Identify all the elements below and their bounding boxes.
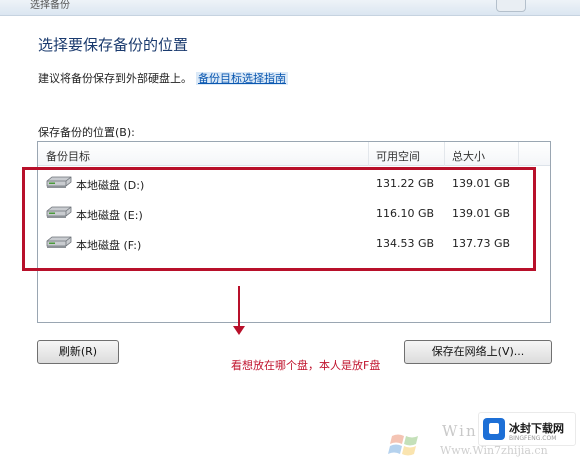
save-on-network-button[interactable]: 保存在网络上(V)... <box>404 340 552 364</box>
refresh-button[interactable]: 刷新(R) <box>37 340 119 364</box>
site-logo-icon <box>483 418 505 440</box>
backup-guide-link[interactable]: 备份目标选择指南 <box>196 72 288 85</box>
column-divider[interactable] <box>518 142 519 166</box>
site-badge-sub: BINGFENG.COM <box>509 435 557 442</box>
window-close-button[interactable] <box>496 0 526 12</box>
page-title: 选择要保存备份的位置 <box>38 36 189 54</box>
advice-text: 建议将备份保存到外部硬盘上。 <box>38 72 192 85</box>
backup-location-label: 保存备份的位置(B): <box>38 126 135 139</box>
site-badge-name: 冰封下载网 <box>509 422 564 435</box>
list-header: 备份目标 可用空间 总大小 <box>38 142 550 166</box>
hard-drive-icon <box>46 206 72 218</box>
drive-name: 本地磁盘 (D:) <box>76 179 145 192</box>
list-item-drive-f[interactable]: 本地磁盘 (F:) 134.53 GB 137.73 GB <box>38 230 550 258</box>
drive-total-size: 139.01 GB <box>452 177 511 190</box>
windows-logo-watermark <box>388 434 418 456</box>
list-item-drive-d[interactable]: 本地磁盘 (D:) 131.22 GB 139.01 GB <box>38 170 550 198</box>
annotation-note: 看想放在哪个盘，本人是放F盘 <box>231 359 381 372</box>
column-divider[interactable] <box>444 142 445 166</box>
backup-target-list[interactable]: 备份目标 可用空间 总大小 本地磁盘 (D:) 131.22 GB 139.01… <box>37 141 551 323</box>
drive-total-size: 137.73 GB <box>452 237 511 250</box>
site-badge: 冰封下载网 BINGFENG.COM <box>478 412 576 446</box>
window-title-fragment: 选择备份 <box>30 0 70 11</box>
annotation-arrow-head <box>233 326 245 335</box>
column-header-total-size[interactable]: 总大小 <box>452 148 485 164</box>
annotation-arrow <box>238 286 240 330</box>
window-title-strip: 选择备份 <box>0 0 580 16</box>
drive-total-size: 139.01 GB <box>452 207 511 220</box>
drive-name: 本地磁盘 (F:) <box>76 239 142 252</box>
hard-drive-icon <box>46 176 72 188</box>
drive-free-space: 116.10 GB <box>376 207 435 220</box>
drive-free-space: 134.53 GB <box>376 237 435 250</box>
drive-name: 本地磁盘 (E:) <box>76 209 143 222</box>
column-header-free-space[interactable]: 可用空间 <box>376 148 420 164</box>
column-divider[interactable] <box>368 142 369 166</box>
drive-free-space: 131.22 GB <box>376 177 435 190</box>
column-header-target[interactable]: 备份目标 <box>46 148 90 164</box>
hard-drive-icon <box>46 236 72 248</box>
advice-line: 建议将备份保存到外部硬盘上。 备份目标选择指南 <box>38 70 288 86</box>
list-item-drive-e[interactable]: 本地磁盘 (E:) 116.10 GB 139.01 GB <box>38 200 550 228</box>
